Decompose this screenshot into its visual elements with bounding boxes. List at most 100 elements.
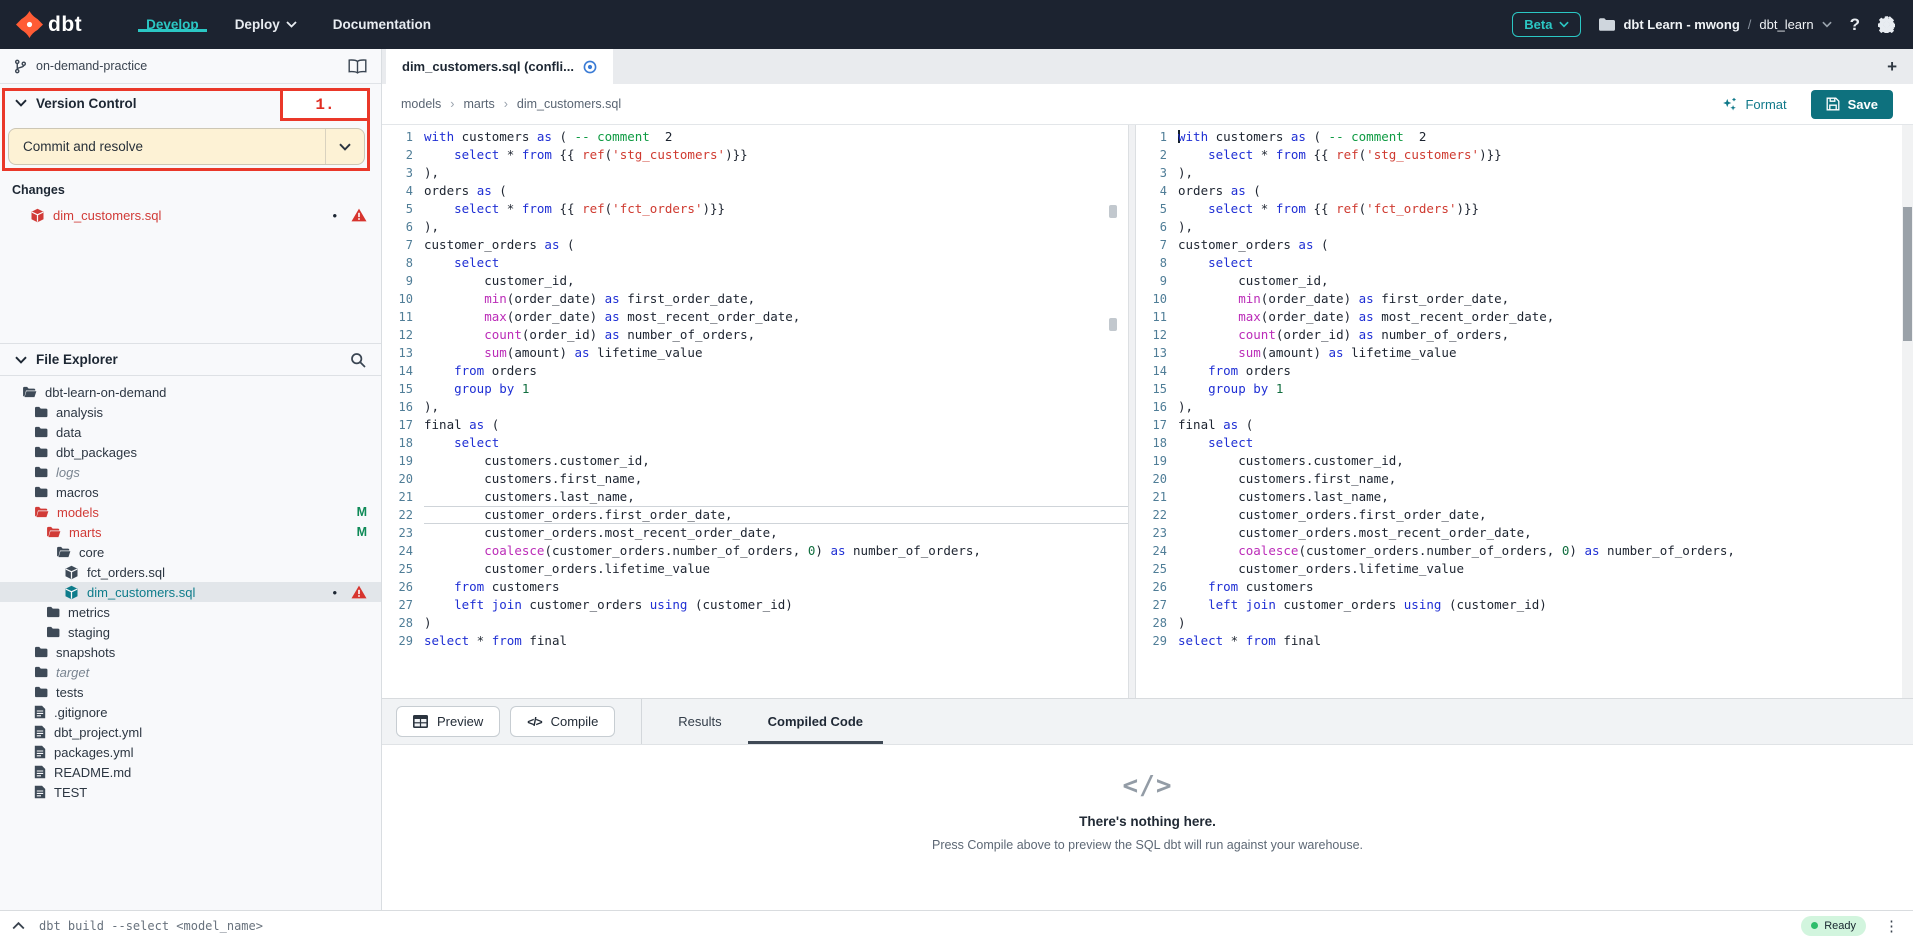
- code-line[interactable]: 13 sum(amount) as lifetime_value: [1136, 344, 1913, 362]
- project-switcher[interactable]: dbt Learn - mwong / dbt_learn: [1599, 17, 1831, 32]
- code-line-content[interactable]: count(order_id) as number_of_orders,: [424, 326, 1128, 344]
- code-line-content[interactable]: select: [424, 434, 1128, 452]
- file-tree-item[interactable]: staging: [0, 622, 381, 642]
- code-line-content[interactable]: select * from {{ ref('fct_orders')}}: [424, 200, 1128, 218]
- command-input[interactable]: dbt build --select <model_name>: [39, 919, 263, 933]
- code-line[interactable]: 3),: [1136, 164, 1913, 182]
- code-line-content[interactable]: max(order_date) as most_recent_order_dat…: [1178, 308, 1913, 326]
- code-line[interactable]: 14 from orders: [1136, 362, 1913, 380]
- code-line[interactable]: 27 left join customer_orders using (cust…: [382, 596, 1128, 614]
- scrollbar-thumb[interactable]: [1903, 207, 1912, 341]
- code-line[interactable]: 18 select: [1136, 434, 1913, 452]
- code-line[interactable]: 12 count(order_id) as number_of_orders,: [1136, 326, 1913, 344]
- code-line[interactable]: 23 customer_orders.most_recent_order_dat…: [382, 524, 1128, 542]
- code-line[interactable]: 25 customer_orders.lifetime_value: [382, 560, 1128, 578]
- code-line-content[interactable]: customers.last_name,: [424, 488, 1128, 506]
- code-line-content[interactable]: from customers: [1178, 578, 1913, 596]
- code-line[interactable]: 2 select * from {{ ref('stg_customers')}…: [382, 146, 1128, 164]
- code-line[interactable]: 21 customers.last_name,: [382, 488, 1128, 506]
- code-line-content[interactable]: max(order_date) as most_recent_order_dat…: [424, 308, 1128, 326]
- code-line[interactable]: 18 select: [382, 434, 1128, 452]
- code-line[interactable]: 24 coalesce(customer_orders.number_of_or…: [1136, 542, 1913, 560]
- code-line[interactable]: 3),: [382, 164, 1128, 182]
- code-line[interactable]: 29select * from final: [1136, 632, 1913, 650]
- code-line[interactable]: 26 from customers: [382, 578, 1128, 596]
- code-line[interactable]: 1with customers as ( -- comment 2: [382, 128, 1128, 146]
- code-line[interactable]: 22 customer_orders.first_order_date,: [1136, 506, 1913, 524]
- file-tree-item[interactable]: metrics: [0, 602, 381, 622]
- code-line-content[interactable]: ),: [1178, 398, 1913, 416]
- code-line-content[interactable]: with customers as ( -- comment 2: [1178, 128, 1913, 146]
- code-line-content[interactable]: coalesce(customer_orders.number_of_order…: [1178, 542, 1913, 560]
- file-tree-item[interactable]: martsM: [0, 522, 381, 542]
- code-line[interactable]: 19 customers.customer_id,: [382, 452, 1128, 470]
- code-line-content[interactable]: from orders: [424, 362, 1128, 380]
- code-line[interactable]: 17final as (: [382, 416, 1128, 434]
- code-line-content[interactable]: ): [1178, 614, 1913, 632]
- code-line-content[interactable]: sum(amount) as lifetime_value: [424, 344, 1128, 362]
- code-line[interactable]: 10 min(order_date) as first_order_date,: [1136, 290, 1913, 308]
- file-tree-item[interactable]: analysis: [0, 402, 381, 422]
- code-line[interactable]: 29select * from final: [382, 632, 1128, 650]
- code-line-content[interactable]: customer_id,: [424, 272, 1128, 290]
- code-line-content[interactable]: ),: [1178, 164, 1913, 182]
- code-line-content[interactable]: customer_orders.most_recent_order_date,: [1178, 524, 1913, 542]
- code-line-content[interactable]: with customers as ( -- comment 2: [424, 128, 1128, 146]
- code-line[interactable]: 24 coalesce(customer_orders.number_of_or…: [382, 542, 1128, 560]
- chevron-up-icon[interactable]: [12, 921, 25, 930]
- nav-item-deploy[interactable]: Deploy: [217, 17, 315, 32]
- code-line[interactable]: 15 group by 1: [1136, 380, 1913, 398]
- code-line[interactable]: 14 from orders: [382, 362, 1128, 380]
- file-tree-item[interactable]: dbt_packages: [0, 442, 381, 462]
- compile-button[interactable]: </> Compile: [510, 706, 615, 737]
- code-line-content[interactable]: left join customer_orders using (custome…: [1178, 596, 1913, 614]
- code-line-content[interactable]: ),: [424, 398, 1128, 416]
- code-line[interactable]: 8 select: [382, 254, 1128, 272]
- code-line[interactable]: 20 customers.first_name,: [1136, 470, 1913, 488]
- code-line[interactable]: 26 from customers: [1136, 578, 1913, 596]
- nav-item-develop[interactable]: Develop: [128, 17, 217, 32]
- code-line-content[interactable]: customer_orders.most_recent_order_date,: [424, 524, 1128, 542]
- nav-item-documentation[interactable]: Documentation: [315, 17, 449, 32]
- tab-dim-customers[interactable]: dim_customers.sql (confli...: [386, 49, 613, 84]
- format-button[interactable]: Format: [1722, 97, 1786, 112]
- code-line-content[interactable]: from orders: [1178, 362, 1913, 380]
- vertical-scrollbar[interactable]: [1902, 125, 1913, 698]
- code-line-content[interactable]: select: [424, 254, 1128, 272]
- code-line[interactable]: 6),: [1136, 218, 1913, 236]
- code-line-content[interactable]: orders as (: [1178, 182, 1913, 200]
- breadcrumb-item[interactable]: models: [401, 97, 441, 111]
- code-line-content[interactable]: select * from final: [424, 632, 1128, 650]
- code-line-content[interactable]: sum(amount) as lifetime_value: [1178, 344, 1913, 362]
- kebab-menu-icon[interactable]: ⋮: [1880, 917, 1903, 935]
- file-tree-item[interactable]: README.md: [0, 762, 381, 782]
- code-line-content[interactable]: customers.first_name,: [1178, 470, 1913, 488]
- file-tree-item[interactable]: packages.yml: [0, 742, 381, 762]
- code-line[interactable]: 17final as (: [1136, 416, 1913, 434]
- code-line[interactable]: 1with customers as ( -- comment 2: [1136, 128, 1913, 146]
- code-line[interactable]: 27 left join customer_orders using (cust…: [1136, 596, 1913, 614]
- code-line[interactable]: 9 customer_id,: [382, 272, 1128, 290]
- file-tree-item[interactable]: core: [0, 542, 381, 562]
- code-line[interactable]: 9 customer_id,: [1136, 272, 1913, 290]
- new-tab-plus-icon[interactable]: +: [1887, 57, 1897, 77]
- tab-compiled-code[interactable]: Compiled Code: [768, 699, 863, 744]
- code-line-content[interactable]: select: [1178, 434, 1913, 452]
- file-explorer-header[interactable]: File Explorer: [0, 343, 381, 376]
- commit-and-resolve-button[interactable]: Commit and resolve: [8, 128, 365, 165]
- code-line-content[interactable]: group by 1: [424, 380, 1128, 398]
- code-line-content[interactable]: coalesce(customer_orders.number_of_order…: [424, 542, 1128, 560]
- code-line[interactable]: 21 customers.last_name,: [1136, 488, 1913, 506]
- beta-button[interactable]: Beta: [1512, 12, 1581, 37]
- code-line[interactable]: 23 customer_orders.most_recent_order_dat…: [1136, 524, 1913, 542]
- code-line[interactable]: 16),: [1136, 398, 1913, 416]
- code-line[interactable]: 8 select: [1136, 254, 1913, 272]
- file-tree-item[interactable]: TEST: [0, 782, 381, 802]
- editor-split-handle[interactable]: [1128, 125, 1136, 698]
- search-icon[interactable]: [350, 352, 366, 368]
- file-tree-item[interactable]: snapshots: [0, 642, 381, 662]
- preview-button[interactable]: Preview: [396, 706, 500, 737]
- code-line-content[interactable]: customer_orders as (: [1178, 236, 1913, 254]
- code-line-content[interactable]: customers.last_name,: [1178, 488, 1913, 506]
- file-tree-item[interactable]: macros: [0, 482, 381, 502]
